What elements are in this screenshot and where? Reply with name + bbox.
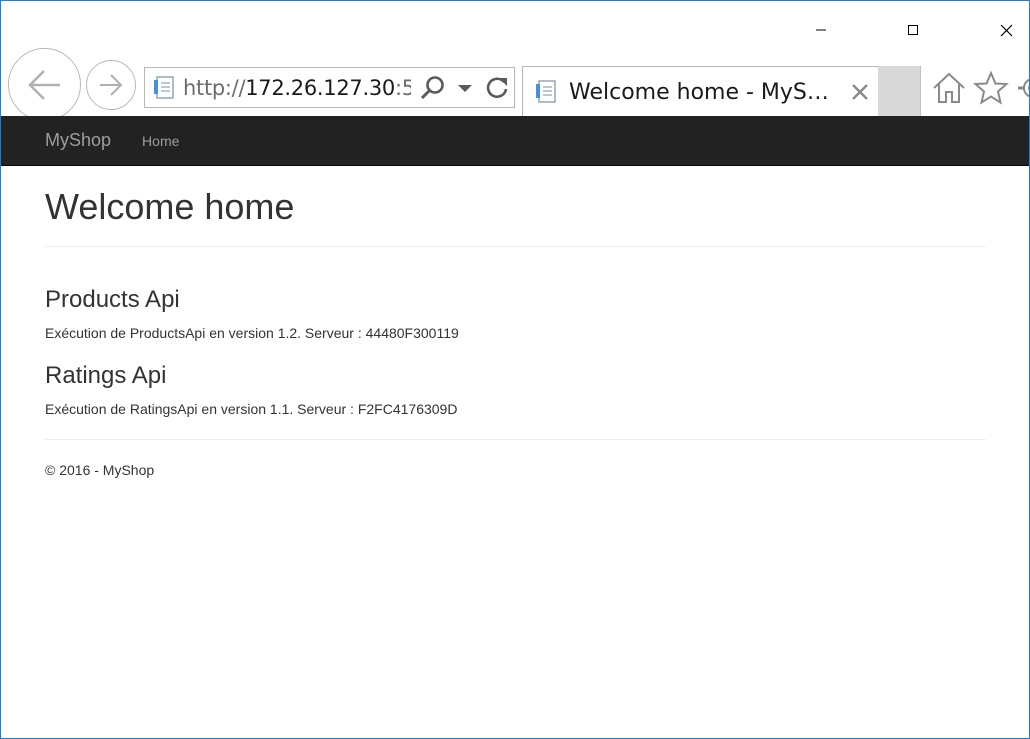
back-arrow-icon bbox=[27, 69, 60, 100]
search-icon[interactable] bbox=[417, 72, 449, 104]
settings-gear-icon[interactable] bbox=[1013, 68, 1029, 108]
new-tab-button[interactable] bbox=[878, 66, 921, 116]
address-bar[interactable]: http://172.26.127.30:5 bbox=[144, 67, 515, 108]
address-actions bbox=[417, 72, 513, 104]
divider bbox=[45, 246, 986, 247]
address-url[interactable]: http://172.26.127.30:5 bbox=[183, 76, 411, 100]
close-tab-icon[interactable] bbox=[847, 79, 873, 105]
browser-toolbar: http://172.26.127.30:5 bbox=[1, 46, 1029, 121]
tab-title: Welcome home - MyShop bbox=[569, 79, 839, 105]
page-title: Welcome home bbox=[45, 186, 295, 227]
forward-arrow-icon bbox=[100, 74, 123, 96]
url-host: 172.26.127.30 bbox=[245, 75, 395, 100]
products-api-text: Exécution de ProductsApi en version 1.2.… bbox=[45, 325, 459, 341]
footer-text: © 2016 - MyShop bbox=[45, 462, 155, 478]
browser-tools bbox=[929, 68, 1029, 108]
ratings-api-heading: Ratings Api bbox=[45, 362, 167, 389]
url-port: :5 bbox=[394, 75, 411, 100]
home-icon[interactable] bbox=[929, 68, 969, 108]
brand-link[interactable]: MyShop bbox=[45, 130, 111, 151]
products-api-heading: Products Api bbox=[45, 286, 180, 313]
refresh-icon[interactable] bbox=[481, 72, 513, 104]
nav-link-home[interactable]: Home bbox=[142, 133, 179, 149]
page-icon bbox=[153, 75, 179, 101]
page-content: Welcome home Products Api Exécution de P… bbox=[45, 167, 986, 480]
back-button[interactable] bbox=[8, 48, 81, 121]
tab-welcome-home[interactable]: Welcome home - MyShop bbox=[522, 66, 879, 117]
tab-page-icon bbox=[535, 79, 561, 105]
forward-button[interactable] bbox=[86, 60, 136, 110]
url-protocol: http:// bbox=[183, 75, 246, 100]
browser-window: http://172.26.127.30:5 bbox=[0, 0, 1030, 739]
dropdown-icon[interactable] bbox=[449, 72, 481, 104]
ratings-api-text: Exécution de RatingsApi en version 1.1. … bbox=[45, 401, 458, 417]
favorites-star-icon[interactable] bbox=[971, 68, 1011, 108]
site-navbar: MyShop Home bbox=[1, 116, 1029, 166]
footer-divider bbox=[45, 439, 986, 440]
